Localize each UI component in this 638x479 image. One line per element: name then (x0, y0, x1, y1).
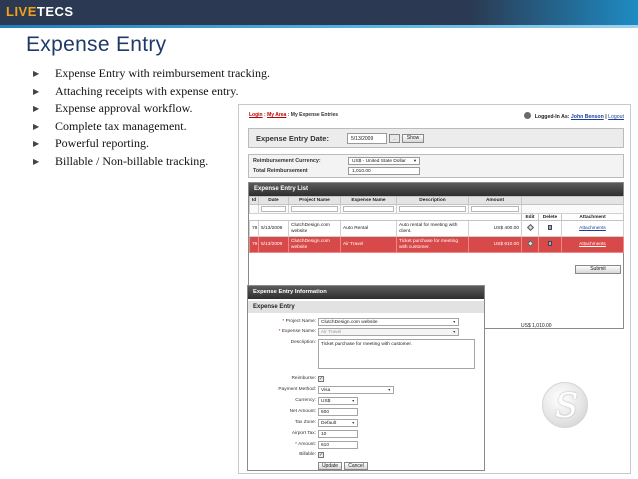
chevron-down-icon: ▼ (452, 330, 456, 334)
column-header-project[interactable]: Project Name (288, 196, 341, 205)
entry-date-label: Expense Entry Date: (256, 134, 329, 143)
chevron-down-icon: ▼ (351, 421, 355, 425)
feature-item: ▶ Attaching receipts with expense entry. (33, 83, 270, 101)
bullet-arrow-icon: ▶ (33, 69, 40, 78)
show-button[interactable]: Show (402, 134, 424, 143)
reimburse-checkbox[interactable]: ✓ (318, 376, 324, 382)
list-title: Expense Entry List (249, 183, 623, 196)
column-header-date[interactable]: Date (258, 196, 289, 205)
info-title: Expense Entry Information (248, 286, 484, 299)
amount-input[interactable]: 610 (318, 441, 358, 449)
column-header-amount[interactable]: Amount (468, 196, 522, 205)
tax-zone-select[interactable]: Default ▼ (318, 419, 358, 427)
breadcrumb-login-link[interactable]: Login (249, 112, 263, 118)
update-button[interactable]: Update (318, 462, 342, 470)
logout-link[interactable]: Logout (608, 114, 624, 120)
reimbursement-currency-select[interactable]: US$ - United State Dollar ▼ (348, 157, 420, 165)
breadcrumb: Login : My Area : My Expense Entries (249, 112, 339, 118)
chevron-down-icon: ▼ (351, 399, 355, 403)
breadcrumb-current: My Expense Entries (290, 112, 339, 118)
total-reimbursement-label: Total Reimbursement (253, 168, 308, 174)
filter-date-input[interactable] (261, 206, 286, 212)
filter-description-input[interactable] (399, 206, 466, 212)
feature-item: ▶ Billable / Non-billable tracking. (33, 153, 270, 171)
feature-list: ▶ Expense Entry with reimbursement tracki… (33, 65, 270, 170)
attachments-link[interactable]: Attachments (560, 220, 625, 237)
expense-entry-information: Expense Entry Information Expense Entry … (247, 285, 485, 471)
logged-in-info: Logged-In As: John Benson | Logout (524, 112, 624, 120)
feature-item: ▶ Powerful reporting. (33, 135, 270, 153)
feature-item: ▶ Complete tax management. (33, 118, 270, 136)
project-name-select[interactable]: ClutchDesign.com website ▼ (318, 318, 459, 326)
user-name-link[interactable]: John Benson (571, 114, 604, 120)
bullet-arrow-icon: ▶ (33, 121, 40, 131)
expense-table: Id Date Project Name Expense Name Descri… (249, 196, 625, 253)
reimbursement-panel: Reimbursement Currency: US$ - United Sta… (248, 154, 624, 178)
livetecs-logo: LIVETECS (6, 4, 74, 19)
delete-icon[interactable] (548, 224, 552, 230)
filter-expense-input[interactable] (343, 206, 394, 212)
column-header-delete: Delete (538, 213, 562, 221)
bullet-arrow-icon: ▶ (33, 139, 40, 148)
header-rule (0, 25, 638, 28)
feature-item: ▶ Expense approval workflow. (33, 100, 270, 118)
chevron-down-icon: ▼ (413, 158, 417, 163)
table-row-selected[interactable]: 79 5/13/2009 ClutchDesign.com website Ai… (249, 236, 625, 253)
filter-project-input[interactable] (291, 206, 338, 212)
list-total-amount: US$ 1,010.00 (521, 323, 552, 329)
bullet-arrow-icon: ▶ (33, 86, 40, 96)
airport-tax-input[interactable]: 10 (318, 430, 358, 438)
clutch-watermark-logo: S (542, 382, 588, 428)
delete-icon[interactable] (548, 240, 552, 246)
edit-icon[interactable] (526, 223, 534, 231)
chevron-down-icon: ▼ (452, 320, 456, 324)
feature-item: ▶ Expense Entry with reimbursement tracki… (33, 65, 270, 83)
date-picker-button[interactable]: ... (389, 134, 400, 143)
chevron-down-icon: ▼ (387, 388, 391, 392)
entry-date-input[interactable]: 5/13/2009 (347, 133, 387, 144)
breadcrumb-my-area-link[interactable]: My Area (267, 112, 286, 118)
billable-checkbox[interactable]: ✓ (318, 452, 324, 458)
attachments-link[interactable]: Attachments (560, 236, 625, 253)
table-row[interactable]: 78 5/13/2009 ClutchDesign.com website Au… (249, 220, 625, 237)
cancel-button[interactable]: Cancel (344, 462, 368, 470)
column-header-attachment: Attachment (560, 213, 625, 221)
bullet-arrow-icon: ▶ (33, 104, 40, 113)
filter-amount-input[interactable] (471, 206, 519, 212)
net-amount-input[interactable]: 600 (318, 408, 358, 416)
column-header-expense[interactable]: Expense Name (340, 196, 397, 205)
description-textarea[interactable]: Ticket purchase for meeting with custome… (318, 339, 475, 369)
slide-title: Expense Entry (26, 33, 167, 56)
reimbursement-currency-label: Reimbursement Currency: (253, 158, 321, 164)
edit-icon[interactable] (526, 239, 534, 247)
payment-method-select[interactable]: Visa ▼ (318, 386, 394, 394)
column-header-edit: Edit (521, 213, 539, 221)
user-icon (524, 112, 532, 119)
total-reimbursement-field: 1,010.00 (348, 167, 420, 175)
submit-button[interactable]: Submit (575, 265, 621, 274)
bullet-arrow-icon: ▶ (33, 156, 40, 166)
column-header-description[interactable]: Description (396, 196, 469, 205)
entry-date-bar: Expense Entry Date: 5/13/2009 ... Show (248, 128, 624, 148)
expense-name-select[interactable]: Air Travel ▼ (318, 328, 459, 336)
currency-select[interactable]: US$ ▼ (318, 397, 358, 405)
header-gradient-band (470, 0, 638, 25)
info-section-title: Expense Entry (248, 301, 484, 313)
description-label: Description: (290, 340, 316, 345)
column-header-id[interactable]: Id (249, 196, 259, 205)
